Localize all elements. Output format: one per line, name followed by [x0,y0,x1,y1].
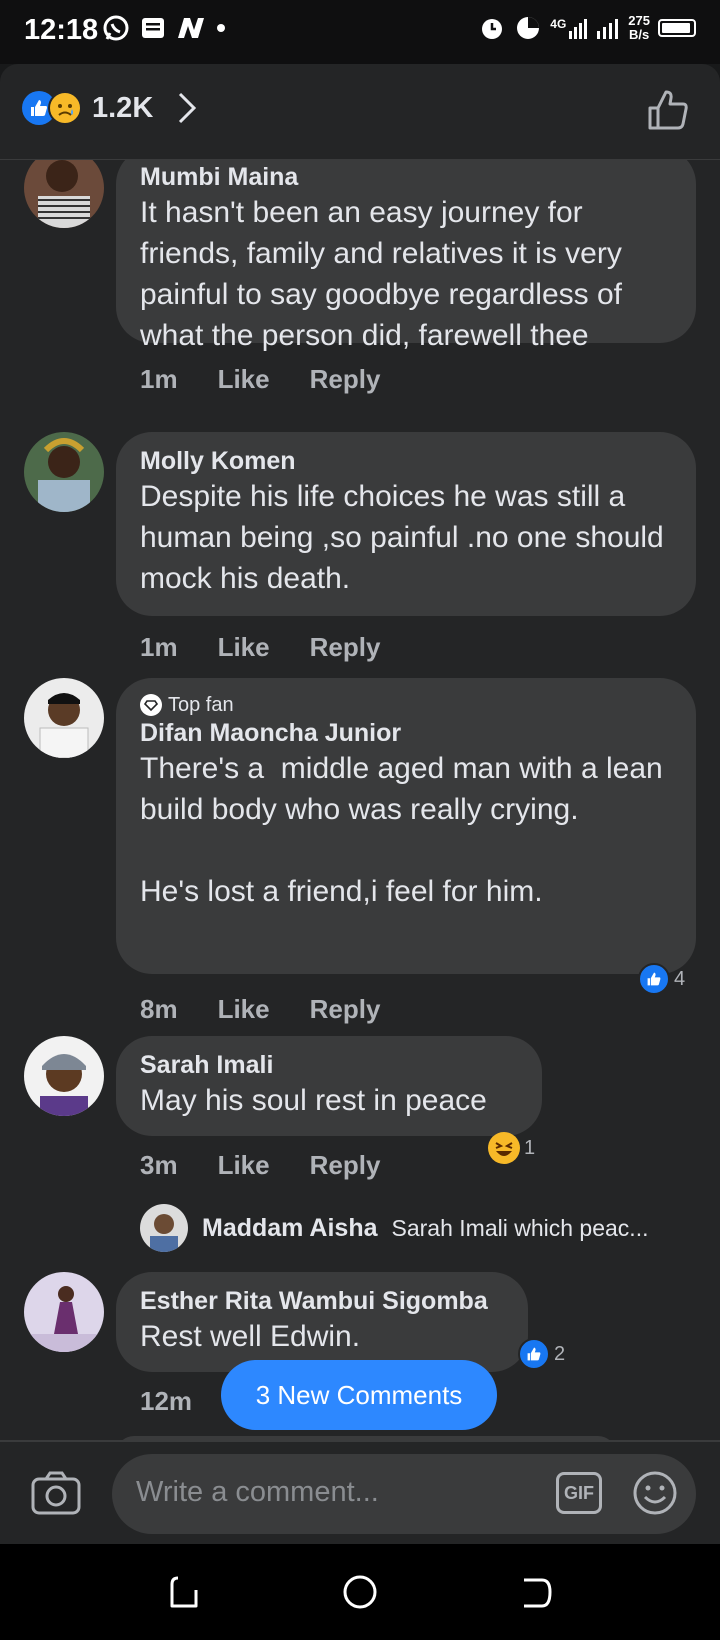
comment-actions: 1m Like Reply [140,632,420,663]
message-icon [142,18,164,38]
comment-text: May his soul rest in peace [140,1084,487,1117]
reply-link[interactable]: Reply [310,364,381,395]
like-link[interactable]: Like [218,1150,270,1181]
comment-text: It hasn't been an easy journey for frien… [140,196,631,352]
comment-author[interactable]: Mumbi Maina [140,162,672,192]
comment-bubble[interactable]: Top fan Difan Maoncha Junior There's a m… [116,678,696,974]
avatar[interactable] [24,432,104,512]
comments-list: Mumbi Maina It hasn't been an easy journ… [0,160,720,1440]
notification-icons [102,14,226,42]
comment-time: 12m [140,1386,193,1416]
home-icon[interactable] [340,1572,380,1612]
comment-text: Despite his life choices he was still a … [140,480,673,595]
haha-reaction-icon [488,1132,520,1164]
comment-reactions[interactable]: 1 [488,1132,535,1164]
reactions-summary[interactable]: 1.2K [22,91,197,125]
comment-bubble[interactable]: Molly Komen Despite his life choices he … [116,432,696,616]
dot-icon [217,24,225,32]
reply-preview[interactable]: Maddam Aisha Sarah Imali which peac... [140,1204,648,1252]
gif-button[interactable]: GIF [556,1472,602,1514]
data-saver-icon [517,17,540,39]
network-speed: 275 B/s [628,14,650,42]
recents-icon[interactable] [164,1572,204,1612]
system-icons: 4G 275 B/s [478,14,696,42]
reply-link[interactable]: Reply [310,632,381,663]
comment-author[interactable]: Sarah Imali [140,1050,518,1080]
comment-actions: 1m Like Reply [140,364,420,395]
comment-time: 1m [140,364,178,394]
avatar[interactable] [24,1036,104,1116]
comment-time: 1m [140,632,178,662]
emoji-icon[interactable] [632,1470,678,1516]
alarm-icon [482,19,503,39]
system-nav-bar [0,1544,720,1640]
avatar[interactable] [24,1272,104,1352]
reaction-count: 1.2K [92,91,154,124]
comment-actions: 3m Like Reply [140,1150,420,1181]
reply-text: Sarah Imali which peac... [391,1214,649,1241]
comment-bubble[interactable]: Sarah Imali May his soul rest in peace [116,1036,542,1136]
n-app-icon [178,18,204,38]
network-type: 4G [550,17,588,39]
camera-icon[interactable] [30,1470,82,1516]
comment-author[interactable]: Esther Rita Wambui Sigomba [140,1286,504,1316]
sad-reaction-icon [48,91,82,125]
status-time: 12:18 [24,14,99,46]
diamond-icon [140,694,162,716]
top-fan-badge: Top fan [140,692,672,718]
network-type-label: 4G [550,17,567,31]
comment-reactions[interactable]: 4 [638,963,685,995]
reaction-count: 2 [554,1342,566,1365]
like-reaction-icon [638,963,670,995]
chevron-right-icon [179,92,197,124]
like-reaction-icon [518,1338,550,1370]
back-icon[interactable] [516,1572,556,1612]
avatar[interactable] [24,678,104,758]
comment-input[interactable]: Write a comment... GIF [112,1454,696,1534]
network-speed-value: 275 [628,13,650,28]
signal-icon-1 [569,19,588,39]
whatsapp-icon [103,15,129,41]
reactions-header: 1.2K [0,64,720,160]
top-fan-label: Top fan [168,694,234,716]
battery-icon [658,19,696,37]
new-comments-button[interactable]: 3 New Comments [221,1360,497,1430]
reaction-count: 1 [524,1136,536,1159]
like-link[interactable]: Like [218,632,270,663]
comment-bubble[interactable]: Esther Rita Wambui Sigomba Rest well Edw… [116,1272,528,1372]
comment-actions: 12m [140,1386,232,1417]
comment-bubble[interactable]: Mumbi Maina It hasn't been an easy journ… [116,160,696,352]
comment-time: 3m [140,1150,178,1180]
avatar[interactable] [24,160,104,228]
comment-author[interactable]: Difan Maoncha Junior [140,718,672,748]
like-link[interactable]: Like [218,364,270,395]
comment-text: Rest well Edwin. [140,1320,361,1353]
thumbs-up-icon[interactable] [646,88,690,132]
like-link[interactable]: Like [218,994,270,1025]
comment-reactions[interactable]: 2 [518,1338,565,1370]
network-speed-unit: B/s [629,27,650,42]
reply-link[interactable]: Reply [310,994,381,1025]
comment-time: 8m [140,994,178,1024]
comment-actions: 8m Like Reply [140,994,420,1025]
status-bar: 12:18 4G 275 B/s [0,0,720,64]
comment-text: There's a middle aged man with a lean bu… [140,752,663,908]
comment-composer: Write a comment... GIF [0,1440,720,1544]
reaction-count: 4 [674,967,686,990]
reply-link[interactable]: Reply [310,1150,381,1181]
reply-author[interactable]: Maddam Aisha [202,1214,378,1243]
signal-icon-2 [597,19,619,39]
comment-author[interactable]: Molly Komen [140,446,672,476]
comment-input-placeholder: Write a comment... [136,1476,379,1508]
avatar [140,1204,188,1252]
